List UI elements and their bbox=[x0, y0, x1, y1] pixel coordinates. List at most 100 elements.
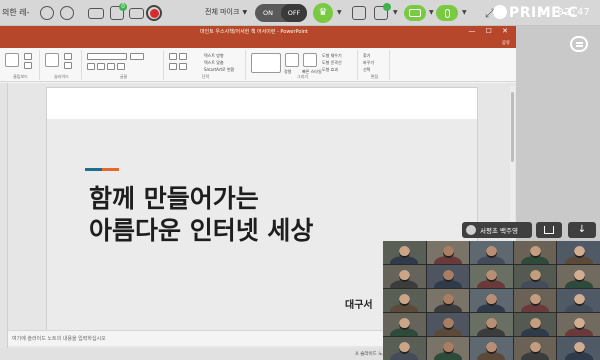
participant-video-tile[interactable] bbox=[470, 313, 513, 336]
layout-list-button[interactable] bbox=[374, 3, 391, 22]
participant-video-tile[interactable] bbox=[383, 313, 426, 336]
notes-placeholder: 여기에 슬라이드 노트의 내용을 입력하십시오 bbox=[12, 336, 106, 342]
title-accent-line bbox=[85, 168, 119, 171]
participant-video-tile[interactable] bbox=[383, 337, 426, 360]
participant-face bbox=[442, 270, 454, 282]
participant-video-tile[interactable] bbox=[513, 265, 557, 288]
numbering-icon[interactable] bbox=[179, 53, 187, 60]
italic-icon[interactable] bbox=[97, 63, 105, 70]
underline-icon[interactable] bbox=[107, 63, 115, 70]
share-button[interactable]: 공유 bbox=[502, 38, 510, 46]
quick-style-icon[interactable] bbox=[303, 53, 317, 67]
active-speaker-button[interactable]: 서평초 백주영 bbox=[462, 222, 532, 238]
avatar bbox=[466, 225, 476, 235]
chevron-down-icon[interactable]: ▼ bbox=[462, 9, 467, 16]
participant-video-tile[interactable] bbox=[426, 265, 470, 288]
participant-video-tile[interactable] bbox=[513, 337, 557, 360]
participant-video-tile[interactable] bbox=[557, 313, 600, 336]
new-slide-icon[interactable] bbox=[45, 53, 59, 67]
participant-video-tile[interactable] bbox=[557, 337, 600, 360]
ppt-ribbon: 클립보드 슬라이드 글꼴 텍스트 방향 텍스트 맞춤 SmartArt로 변환 … bbox=[0, 48, 516, 82]
participant-video-tile[interactable] bbox=[557, 289, 600, 312]
participant-face bbox=[573, 270, 585, 282]
notes-toggle[interactable]: ≜ 슬라이드 노트 bbox=[355, 351, 386, 357]
chevron-down-icon: ▼ bbox=[242, 9, 248, 16]
participant-face bbox=[399, 342, 411, 354]
screen-share-button[interactable] bbox=[88, 4, 104, 22]
text-align-label[interactable]: 텍스트 맞춤 bbox=[204, 60, 224, 66]
font-size-select[interactable] bbox=[130, 53, 144, 60]
mic-select[interactable]: 전체 마이크 ▼ bbox=[205, 7, 247, 17]
group-label-font: 글꼴 bbox=[119, 74, 128, 79]
smartart-label[interactable]: SmartArt로 변환 bbox=[204, 67, 234, 73]
text-direction-label[interactable]: 텍스트 방향 bbox=[204, 53, 224, 59]
on-option[interactable]: ON bbox=[255, 4, 281, 22]
participant-video-tile[interactable] bbox=[426, 289, 470, 312]
scrollbar-thumb[interactable] bbox=[511, 92, 514, 162]
align-center-icon[interactable] bbox=[179, 63, 187, 70]
participant-video-tile[interactable] bbox=[470, 241, 513, 264]
font-family-select[interactable] bbox=[87, 53, 127, 60]
window-controls[interactable]: — ☐ ✕ bbox=[468, 27, 512, 35]
bold-icon[interactable] bbox=[87, 63, 95, 70]
arrange-icon[interactable] bbox=[285, 53, 299, 67]
slide-author[interactable]: 대구서 bbox=[345, 296, 373, 311]
ribbon-group-clipboard: 클립보드 bbox=[2, 50, 40, 80]
participant-video-tile[interactable] bbox=[426, 337, 470, 360]
crown-icon: ♛ bbox=[318, 7, 328, 18]
reset-icon[interactable] bbox=[64, 62, 72, 69]
settings-button[interactable] bbox=[40, 4, 54, 22]
participant-video-tile[interactable] bbox=[513, 313, 557, 336]
chevron-down-icon[interactable]: ▼ bbox=[393, 9, 398, 16]
participant-button[interactable] bbox=[60, 4, 74, 22]
collapse-video-button[interactable]: ↓ bbox=[568, 222, 596, 238]
layout-icon[interactable] bbox=[64, 53, 72, 60]
mic-toggle[interactable] bbox=[436, 5, 458, 21]
participant-video-tile[interactable] bbox=[383, 265, 426, 288]
participant-video-tile[interactable] bbox=[470, 289, 513, 312]
replace-label[interactable]: 바꾸기 bbox=[363, 60, 374, 66]
cut-icon[interactable] bbox=[24, 53, 32, 60]
monitor-icon bbox=[88, 7, 104, 19]
align-left-icon[interactable] bbox=[169, 63, 177, 70]
chevron-down-icon[interactable]: ▼ bbox=[429, 9, 434, 16]
participant-video-tile[interactable] bbox=[383, 289, 426, 312]
camera-toggle[interactable] bbox=[404, 5, 426, 21]
participant-video-tile[interactable] bbox=[426, 313, 470, 336]
document-button[interactable]: 0 bbox=[110, 3, 127, 22]
participant-face bbox=[530, 270, 542, 282]
participant-video-tile[interactable] bbox=[557, 265, 600, 288]
share-screen-button[interactable] bbox=[536, 222, 562, 238]
capture-button[interactable] bbox=[129, 4, 144, 22]
participant-video-tile[interactable] bbox=[513, 289, 557, 312]
shape-effect-label[interactable]: 도형 효과 bbox=[322, 67, 338, 73]
participant-video-tile[interactable] bbox=[383, 241, 426, 264]
participant-face bbox=[442, 342, 454, 354]
copy-icon[interactable] bbox=[24, 62, 32, 69]
slide-thumbnail-pane[interactable] bbox=[0, 83, 8, 348]
layout-badge bbox=[383, 3, 391, 11]
participant-video-tile[interactable] bbox=[470, 337, 513, 360]
participant-video-tile[interactable] bbox=[557, 241, 600, 264]
select-label[interactable]: 선택 bbox=[363, 67, 370, 73]
find-label[interactable]: 찾기 bbox=[363, 53, 370, 59]
record-button[interactable] bbox=[146, 4, 162, 22]
ribbon-group-slides: 슬라이드 bbox=[42, 50, 82, 80]
participant-face bbox=[530, 342, 542, 354]
bullets-icon[interactable] bbox=[169, 53, 177, 60]
slide-title[interactable]: 함께 만들어가는 아름다운 인터넷 세상 bbox=[89, 183, 313, 247]
strikethrough-icon[interactable] bbox=[117, 63, 125, 70]
participant-video-tile[interactable] bbox=[513, 241, 557, 264]
chevron-down-icon[interactable]: ▼ bbox=[337, 9, 342, 16]
chat-icon[interactable] bbox=[570, 36, 588, 52]
host-crown-button[interactable]: ♛ bbox=[313, 3, 333, 23]
participant-video-tile[interactable] bbox=[470, 265, 513, 288]
shapes-gallery[interactable] bbox=[251, 53, 281, 73]
shape-fill-label[interactable]: 도형 채우기 bbox=[322, 53, 342, 59]
mic-on-off-toggle[interactable]: ON OFF bbox=[255, 4, 307, 22]
participant-video-tile[interactable] bbox=[426, 241, 470, 264]
paste-icon[interactable] bbox=[5, 53, 19, 67]
off-option[interactable]: OFF bbox=[281, 4, 307, 22]
shape-outline-label[interactable]: 도형 윤곽선 bbox=[322, 60, 342, 66]
layout-grid-button[interactable] bbox=[352, 4, 366, 22]
